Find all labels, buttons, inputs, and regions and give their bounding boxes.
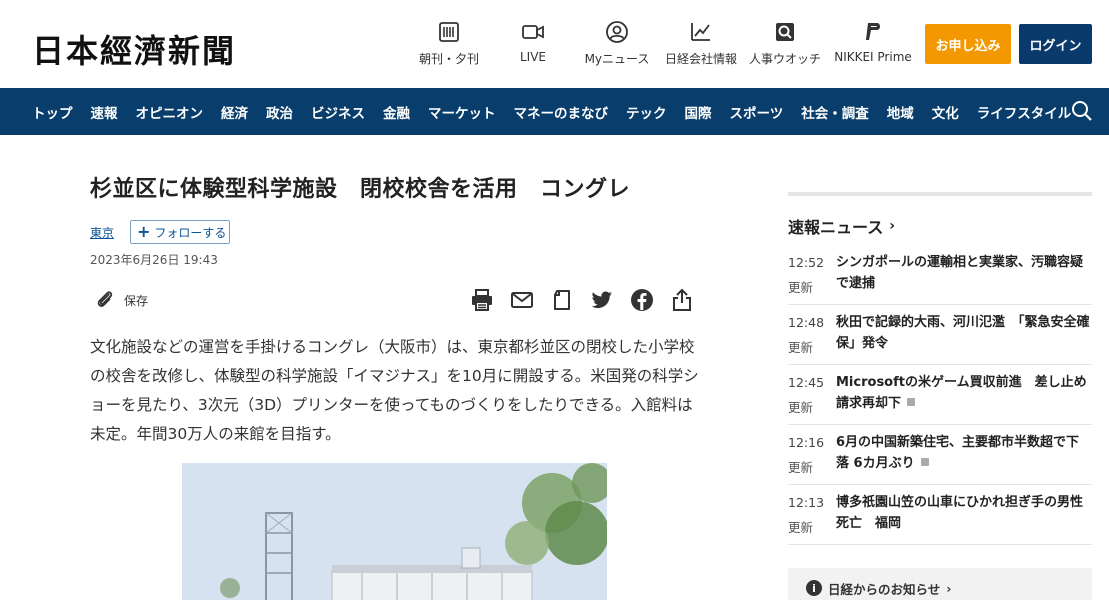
nav-item-international[interactable]: 国際: [685, 102, 712, 122]
twitter-icon[interactable]: [590, 288, 614, 312]
note-icon[interactable]: [550, 288, 574, 312]
nav-item-opinion[interactable]: オピニオン: [136, 102, 204, 122]
site-logo[interactable]: 日本經濟新聞: [32, 26, 236, 72]
header-link-prime[interactable]: NIKKEI Prime: [824, 20, 922, 67]
header-icon-nav: 朝刊・夕刊 LIVE Myニュース 日経会社情報 人事ウオッチ NIKKEI P…: [410, 20, 922, 67]
lock-icon: [920, 458, 929, 466]
newspaper-icon: [439, 22, 459, 42]
site-header: 日本經濟新聞 朝刊・夕刊 LIVE Myニュース 日経会社情報 人事ウオッチ N…: [0, 0, 1109, 88]
notice-label: 日経からのお知らせ: [828, 581, 941, 597]
header-link-mynews[interactable]: Myニュース: [578, 20, 656, 67]
header-link-label: Myニュース: [584, 52, 650, 66]
news-title-text: 秋田で記録的大雨、河川氾濫 「緊急安全確保」発令: [836, 315, 1090, 351]
main-nav: トップ 速報 オピニオン 経済 政治 ビジネス 金融 マーケット マネーのまなび…: [0, 88, 1109, 135]
follow-label: フォローする: [154, 225, 227, 240]
chevron-right-icon: ›: [946, 580, 952, 596]
region-tag-link[interactable]: 東京: [90, 224, 114, 241]
nav-item-society[interactable]: 社会・調査: [801, 102, 869, 122]
nav-item-culture[interactable]: 文化: [932, 102, 959, 122]
news-title-text: シンガポールの運輸相と実業家、汚職容疑で逮捕: [836, 255, 1084, 291]
article-title: 杉並区に体験型科学施設 閉校校舎を活用 コングレ: [90, 177, 631, 202]
nav-item-sports[interactable]: スポーツ: [730, 102, 784, 122]
news-item[interactable]: 12:48 更新 秋田で記録的大雨、河川氾濫 「緊急安全確保」発令: [788, 305, 1092, 365]
news-category: 更新: [788, 340, 814, 355]
header-link-label: 人事ウオッチ: [748, 52, 821, 66]
share-icon[interactable]: [670, 288, 694, 312]
news-time: 12:48: [788, 315, 825, 330]
header-link-label: 日経会社情報: [664, 52, 737, 66]
user-icon: [606, 21, 628, 43]
nav-item-business[interactable]: ビジネス: [311, 102, 365, 122]
nav-item-politics[interactable]: 政治: [266, 102, 293, 122]
plus-icon: +: [137, 222, 151, 241]
print-icon[interactable]: [470, 288, 494, 312]
subscribe-button[interactable]: お申し込み: [925, 24, 1011, 64]
save-label: 保存: [124, 293, 149, 308]
news-category: 更新: [788, 460, 814, 475]
header-link-label: 朝刊・夕刊: [418, 52, 479, 66]
header-link-label: NIKKEI Prime: [834, 50, 912, 64]
breaking-news-heading[interactable]: 速報ニュース ›: [788, 214, 895, 238]
header-link-paper[interactable]: 朝刊・夕刊: [410, 20, 488, 67]
news-title-text: 6月の中国新築住宅、主要都市半数超で下落 6カ月ぶり: [836, 435, 1080, 471]
news-title[interactable]: 6月の中国新築住宅、主要都市半数超で下落 6カ月ぶり: [836, 432, 1092, 474]
article-body: 文化施設などの運営を手掛けるコングレ（大阪市）は、東京都杉並区の閉校した小学校の…: [90, 338, 699, 443]
facebook-icon[interactable]: [630, 288, 654, 312]
lock-icon: [907, 398, 916, 406]
news-title[interactable]: Microsoftの米ゲーム買収前進 差し止め請求再却下: [836, 372, 1092, 414]
sidebar-divider: [788, 192, 1092, 196]
news-title[interactable]: 博多祇園山笠の山車にひかれ担ぎ手の男性死亡 福岡: [836, 492, 1092, 534]
nav-item-market[interactable]: マーケット: [428, 102, 496, 122]
article-date: 2023年6月26日 19:43: [90, 253, 218, 267]
nav-item-regional[interactable]: 地域: [887, 102, 914, 122]
nav-item-economy[interactable]: 経済: [221, 102, 248, 122]
news-category: 更新: [788, 400, 814, 415]
prime-icon: [866, 23, 880, 40]
news-item[interactable]: 12:13 更新 博多祇園山笠の山車にひかれ担ぎ手の男性死亡 福岡: [788, 485, 1092, 545]
article-photo: [182, 463, 607, 600]
share-toolbar: [470, 288, 710, 312]
nav-item-tech[interactable]: テック: [626, 102, 667, 122]
header-link-company[interactable]: 日経会社情報: [656, 20, 746, 67]
breaking-news-list: 12:52 更新 シンガポールの運輸相と実業家、汚職容疑で逮捕 12:48 更新…: [788, 245, 1092, 545]
header-link-label: LIVE: [519, 50, 546, 64]
news-time: 12:16: [788, 435, 825, 450]
nav-item-money[interactable]: マネーのまなび: [514, 102, 609, 122]
header-link-jinji[interactable]: 人事ウオッチ: [746, 20, 824, 67]
magnifier-icon: [776, 23, 794, 41]
login-button[interactable]: ログイン: [1019, 24, 1092, 64]
news-item[interactable]: 12:16 更新 6月の中国新築住宅、主要都市半数超で下落 6カ月ぶり: [788, 425, 1092, 485]
news-category: 更新: [788, 280, 814, 295]
breaking-news-heading-label: 速報ニュース: [788, 218, 884, 237]
nav-item-lifestyle[interactable]: ライフスタイル: [977, 102, 1072, 122]
news-time: 12:45: [788, 375, 825, 390]
paperclip-icon: [97, 291, 113, 307]
chart-icon: [691, 23, 710, 41]
news-title[interactable]: シンガポールの運輸相と実業家、汚職容疑で逮捕: [836, 252, 1092, 294]
nav-item-finance[interactable]: 金融: [383, 102, 410, 122]
news-title-text: 博多祇園山笠の山車にひかれ担ぎ手の男性死亡 福岡: [836, 495, 1084, 531]
notice-banner[interactable]: i 日経からのお知らせ ›: [788, 568, 1092, 600]
search-icon[interactable]: [1070, 99, 1094, 123]
news-item[interactable]: 12:45 更新 Microsoftの米ゲーム買収前進 差し止め請求再却下: [788, 365, 1092, 425]
news-item[interactable]: 12:52 更新 シンガポールの運輸相と実業家、汚職容疑で逮捕: [788, 245, 1092, 305]
follow-button[interactable]: + フォローする: [130, 220, 230, 244]
info-icon: i: [806, 580, 822, 596]
news-time: 12:52: [788, 255, 825, 270]
video-camera-icon: [522, 25, 544, 39]
building-photo-graphic: [182, 463, 607, 600]
nav-item-top[interactable]: トップ: [32, 102, 73, 122]
header-link-live[interactable]: LIVE: [488, 20, 578, 67]
chevron-right-icon: ›: [889, 218, 895, 234]
save-button[interactable]: 保存: [94, 289, 148, 311]
news-category: 更新: [788, 520, 814, 535]
news-title[interactable]: 秋田で記録的大雨、河川氾濫 「緊急安全確保」発令: [836, 312, 1092, 354]
news-title-text: Microsoftの米ゲーム買収前進 差し止め請求再却下: [836, 375, 1087, 411]
news-time: 12:13: [788, 495, 825, 510]
nav-item-breaking[interactable]: 速報: [91, 102, 118, 122]
mail-icon[interactable]: [510, 288, 534, 312]
nav-items: トップ 速報 オピニオン 経済 政治 ビジネス 金融 マーケット マネーのまなび…: [32, 88, 1089, 135]
